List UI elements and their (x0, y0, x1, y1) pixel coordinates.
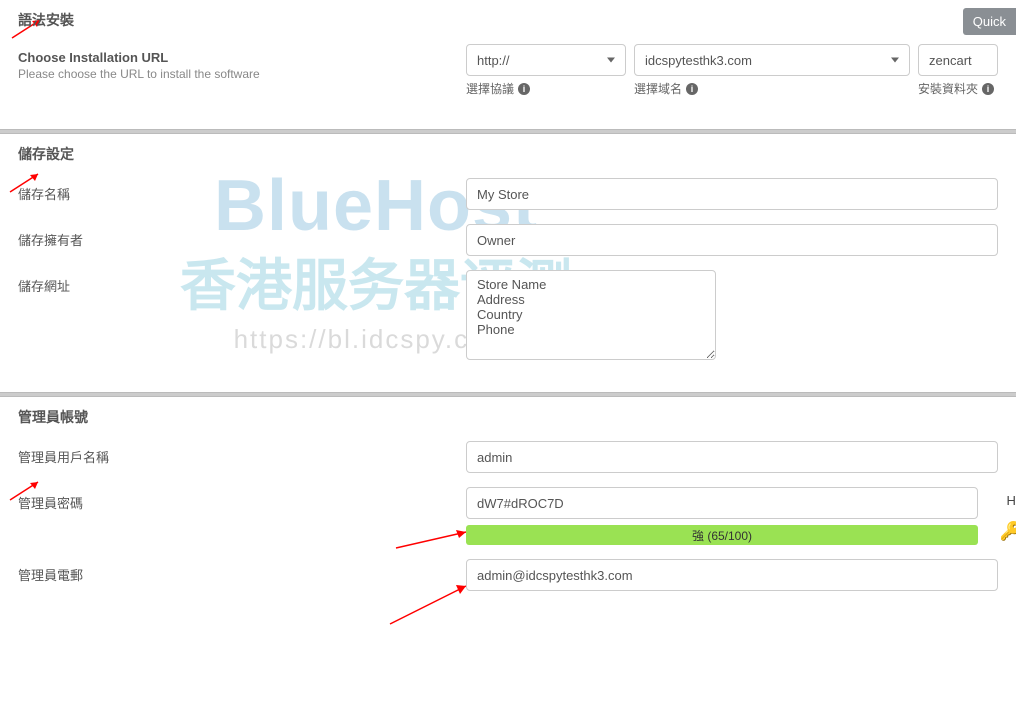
admin-username-label: 管理員用戶名稱 (18, 441, 466, 466)
domain-helper: 選擇域名 (634, 80, 682, 97)
section-admin: 管理員帳號 管理員用戶名稱 管理員密碼 強 (65/100) Hid 🔑 管理員… (0, 397, 1016, 623)
store-name-label: 儲存名稱 (18, 178, 466, 203)
key-icon[interactable]: 🔑 (1000, 521, 1016, 542)
section-store: 儲存設定 儲存名稱 儲存擁有者 儲存網址 (0, 134, 1016, 392)
store-name-input[interactable] (466, 178, 998, 210)
protocol-select[interactable]: http:// (466, 44, 626, 76)
store-address-textarea[interactable] (466, 270, 716, 360)
folder-helper: 安裝資料夾 (918, 80, 978, 97)
section-installation: 語法安裝 Choose Installation URL Please choo… (0, 0, 1016, 129)
admin-password-input[interactable] (466, 487, 978, 519)
choose-url-sublabel: Please choose the URL to install the sof… (18, 67, 466, 81)
admin-password-label: 管理員密碼 (18, 487, 466, 512)
info-icon[interactable]: i (686, 83, 698, 95)
folder-input[interactable] (918, 44, 998, 76)
section-title-installation: 語法安裝 (18, 10, 998, 30)
admin-username-input[interactable] (466, 441, 998, 473)
choose-url-label: Choose Installation URL (18, 50, 466, 65)
chevron-down-icon (891, 58, 899, 63)
protocol-value: http:// (477, 53, 510, 68)
domain-value: idcspytesthk3.com (645, 53, 752, 68)
admin-email-input[interactable] (466, 559, 998, 591)
hide-password-link[interactable]: Hid (1006, 493, 1016, 508)
domain-select[interactable]: idcspytesthk3.com (634, 44, 910, 76)
store-address-label: 儲存網址 (18, 270, 466, 295)
section-title-admin: 管理員帳號 (18, 407, 998, 427)
protocol-helper: 選擇協議 (466, 80, 514, 97)
info-icon[interactable]: i (982, 83, 994, 95)
store-owner-input[interactable] (466, 224, 998, 256)
section-title-store: 儲存設定 (18, 144, 998, 164)
info-icon[interactable]: i (518, 83, 530, 95)
chevron-down-icon (607, 58, 615, 63)
store-owner-label: 儲存擁有者 (18, 224, 466, 249)
password-strength-bar: 強 (65/100) (466, 525, 978, 545)
admin-email-label: 管理員電郵 (18, 559, 466, 584)
